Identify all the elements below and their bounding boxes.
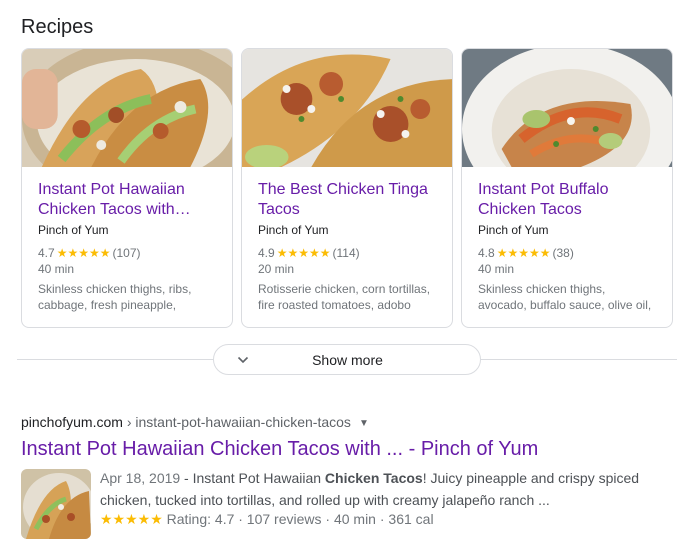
ingredients-line: Skinless chicken thighs, — [478, 282, 606, 296]
cook-time: 40 min — [478, 262, 515, 276]
dropdown-caret-icon[interactable]: ▼ — [359, 418, 369, 429]
result-breadcrumb[interactable]: pinchofyum.com › instant-pot-hawaiian-ch… — [21, 414, 369, 430]
rating-row: 4.7 ★★★★★ (107) — [38, 246, 141, 260]
rating-row: 4.9 ★★★★★ (114) — [258, 246, 360, 260]
recipe-source: Pinch of Yum — [258, 223, 329, 237]
recipe-image[interactable] — [462, 49, 672, 167]
result-date: Apr 18, 2019 — [100, 470, 181, 486]
ingredients: Skinless chicken thighs, avocado, buffal… — [478, 281, 664, 313]
result-path[interactable]: › instant-pot-hawaiian-chicken-tacos — [123, 414, 351, 430]
recipe-title-line[interactable]: Instant Pot Hawaiian — [38, 180, 223, 200]
rating-value: 4.7 — [38, 246, 55, 260]
recipe-title[interactable]: The Best Chicken Tinga Tacos — [258, 180, 443, 220]
recipe-title[interactable]: Instant Pot Buffalo Chicken Tacos — [478, 180, 663, 220]
star-icon: ★★★★★ — [56, 246, 111, 260]
result-domain[interactable]: pinchofyum.com — [21, 414, 123, 430]
result-snippet: Apr 18, 2019 - Instant Pot Hawaiian Chic… — [100, 467, 680, 511]
ingredients: Rotisserie chicken, corn tortillas, fire… — [258, 281, 444, 313]
review-count: (38) — [552, 246, 574, 260]
star-icon: ★★★★★ — [276, 246, 331, 260]
result-title-link[interactable]: Instant Pot Hawaiian Chicken Tacos with … — [21, 437, 538, 461]
recipe-title-line[interactable]: Tacos — [258, 200, 443, 220]
rich-rating-text: Rating: 4.7 · 107 reviews · 40 min · 361… — [162, 511, 434, 527]
rating-value: 4.9 — [258, 246, 275, 260]
ingredients-line: cabbage, fresh pineapple, — [38, 298, 177, 312]
recipe-card-buffalo-tacos[interactable]: Instant Pot Buffalo Chicken Tacos Pinch … — [461, 48, 673, 328]
snippet-text: - Instant Pot Hawaiian — [180, 470, 325, 486]
result-rich-snippet: ★★★★★ Rating: 4.7 · 107 reviews · 40 min… — [100, 511, 434, 528]
ingredients-line: Rotisserie chicken, corn tortillas, — [258, 282, 431, 296]
recipe-source: Pinch of Yum — [38, 223, 109, 237]
review-count: (114) — [332, 246, 360, 260]
recipe-title-line[interactable]: Chicken Tacos with… — [38, 200, 223, 220]
show-more-label: Show more — [312, 352, 383, 368]
recipe-carousel: Instant Pot Hawaiian Chicken Tacos with…… — [21, 48, 673, 328]
review-count: (107) — [112, 246, 141, 260]
recipe-title-line[interactable]: Chicken Tacos — [478, 200, 663, 220]
rating-row: 4.8 ★★★★★ (38) — [478, 246, 574, 260]
cook-time: 20 min — [258, 262, 295, 276]
ingredients-line: Skinless chicken thighs, ribs, — [38, 282, 192, 296]
recipe-source: Pinch of Yum — [478, 223, 549, 237]
recipe-title-line[interactable]: The Best Chicken Tinga — [258, 180, 443, 200]
recipe-title-line[interactable]: Instant Pot Buffalo — [478, 180, 663, 200]
ingredients-line: avocado, buffalo sauce, olive oil, — [478, 298, 652, 312]
result-thumbnail[interactable] — [21, 469, 91, 539]
show-more-button[interactable]: Show more — [213, 344, 481, 375]
recipe-card-hawaiian-tacos[interactable]: Instant Pot Hawaiian Chicken Tacos with…… — [21, 48, 233, 328]
recipe-image[interactable] — [22, 49, 232, 167]
star-icon: ★★★★★ — [496, 246, 551, 260]
recipe-title[interactable]: Instant Pot Hawaiian Chicken Tacos with… — [38, 180, 223, 220]
star-icon: ★★★★★ — [100, 511, 163, 527]
rating-value: 4.8 — [478, 246, 495, 260]
ingredients-line: fire roasted tomatoes, adobo — [258, 298, 411, 312]
recipe-image[interactable] — [242, 49, 452, 167]
snippet-highlight: Chicken Tacos — [324, 470, 423, 486]
section-title: Recipes — [21, 16, 94, 38]
ingredients: Skinless chicken thighs, ribs, cabbage, … — [38, 281, 224, 313]
cook-time: 40 min — [38, 262, 75, 276]
recipe-card-chicken-tinga[interactable]: The Best Chicken Tinga Tacos Pinch of Yu… — [241, 48, 453, 328]
